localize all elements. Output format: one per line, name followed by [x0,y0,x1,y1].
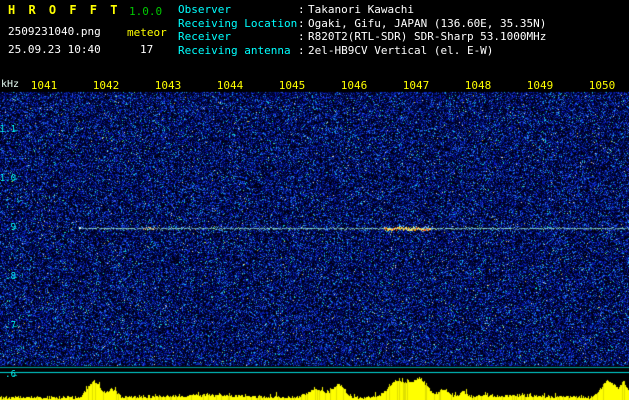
info-value: R820T2(RTL-SDR) SDR-Sharp 53.1000MHz [308,30,546,44]
freq-label: .6 [0,369,16,380]
info-colon: : [298,3,308,17]
freq-label: .8 [0,271,16,282]
freq-label: 1.1 [0,124,16,135]
info-colon: : [298,44,308,58]
time-label: 1041 [30,79,58,92]
info-label: Receiving Location [178,17,298,31]
info-row: Receiver : R820T2(RTL-SDR) SDR-Sharp 53.… [178,30,546,44]
time-label: 1050 [588,79,616,92]
time-label: 1042 [92,79,120,92]
info-colon: : [298,17,308,31]
freq-label: .9 [0,222,16,233]
app-version: 1.0.0 [129,5,162,18]
output-filename: 2509231040.png [8,25,101,38]
info-row: Receiving antenna : 2el-HB9CV Vertical (… [178,44,546,58]
info-row: Receiving Location : Ogaki, Gifu, JAPAN … [178,17,546,31]
time-label: 1047 [402,79,430,92]
info-label: Observer [178,3,298,17]
datetime-label: 25.09.23 10:40 [8,43,101,56]
spectrogram-canvas [0,75,629,400]
freq-label: 1.0 [0,173,16,184]
time-label: 1043 [154,79,182,92]
freq-unit-label: kHz [1,79,19,90]
time-label: 1044 [216,79,244,92]
info-label: Receiving antenna [178,44,298,58]
info-colon: : [298,30,308,44]
mode-label: meteor [127,26,167,39]
time-label: 1049 [526,79,554,92]
info-value: 2el-HB9CV Vertical (el. E-W) [308,44,546,58]
time-label: 1048 [464,79,492,92]
hrofft-window: H R O F F T 1.0.0 2509231040.png meteor … [0,0,629,400]
station-info: Observer : Takanori Kawachi Receiving Lo… [178,3,546,57]
time-label: 1046 [340,79,368,92]
app-title: H R O F F T [8,3,120,17]
info-value: Ogaki, Gifu, JAPAN (136.60E, 35.35N) [308,17,546,31]
info-label: Receiver [178,30,298,44]
info-row: Observer : Takanori Kawachi [178,3,546,17]
freq-label: .7 [0,320,16,331]
time-label: 1045 [278,79,306,92]
info-value: Takanori Kawachi [308,3,546,17]
echo-count: 17 [140,43,153,56]
